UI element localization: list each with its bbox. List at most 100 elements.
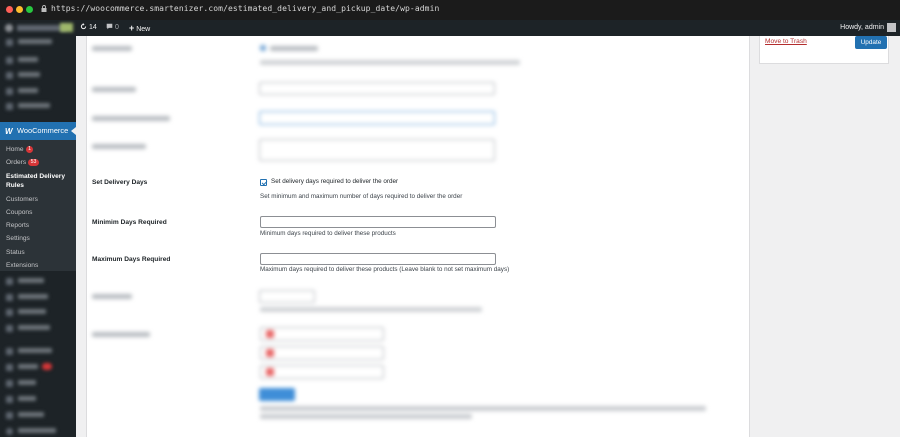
- comment-icon: [106, 23, 113, 30]
- menu-item-placeholder: [18, 428, 56, 433]
- blurred-label: [92, 116, 170, 121]
- minimize-window-dot[interactable]: [16, 6, 23, 13]
- set-delivery-days-checkbox-label: Set delivery days required to deliver th…: [271, 178, 399, 185]
- new-label: New: [136, 26, 151, 33]
- submenu-item-settings[interactable]: Settings: [6, 235, 30, 244]
- min-days-description: Minimum days required to deliver these p…: [260, 230, 396, 237]
- blurred-weekday-select[interactable]: [260, 346, 384, 360]
- blurred-input[interactable]: [259, 139, 495, 161]
- comments-count: 0: [114, 24, 119, 31]
- menu-item-placeholder: [18, 103, 50, 108]
- menu-item-placeholder: [18, 278, 44, 283]
- pages-icon: [6, 88, 13, 95]
- blurred-label: [92, 46, 132, 51]
- menu-item-products[interactable]: [0, 275, 76, 287]
- menu-item-placeholder: [18, 309, 46, 314]
- blurred-text: [260, 60, 520, 65]
- orders-badge: 53: [28, 159, 39, 166]
- submenu-item-extensions[interactable]: Extensions: [6, 262, 38, 271]
- blurred-checkbox[interactable]: [260, 45, 266, 51]
- menu-item-posts[interactable]: [0, 54, 76, 66]
- woocommerce-label: WooCommerce: [17, 126, 69, 135]
- tools-icon: [6, 396, 13, 403]
- menu-item-tools[interactable]: [0, 393, 76, 405]
- blurred-select[interactable]: [259, 111, 495, 125]
- blurred-time-select[interactable]: [259, 290, 315, 303]
- set-delivery-days-description: Set minimum and maximum number of days r…: [260, 193, 463, 200]
- menu-item-media[interactable]: [0, 69, 76, 81]
- payments-icon: [6, 294, 13, 301]
- menu-item-comments[interactable]: [0, 100, 76, 112]
- menu-item-analytics[interactable]: [0, 306, 76, 318]
- blurred-label: [92, 144, 146, 149]
- blurred-text: [270, 46, 318, 51]
- lock-icon: [41, 5, 47, 12]
- submenu-item-home[interactable]: Home 1: [6, 146, 34, 155]
- publish-box: Move to Trash Update: [759, 36, 889, 64]
- menu-item-placeholder: [18, 396, 36, 401]
- submenu-item-label: Status: [6, 249, 25, 256]
- updates-link[interactable]: 14: [80, 20, 97, 36]
- products-icon: [6, 278, 13, 285]
- submenu-item-customers[interactable]: Customers: [6, 196, 38, 205]
- submenu-item-label: Home: [6, 146, 24, 153]
- menu-item-placeholder: [18, 57, 38, 62]
- plugins-badge: [42, 363, 52, 370]
- remove-weekday-icon[interactable]: [266, 349, 274, 357]
- woocommerce-icon: W: [5, 127, 13, 136]
- menu-item-placeholder: [18, 88, 38, 93]
- submenu-item-label: Extensions: [6, 262, 39, 269]
- submenu-item-coupons[interactable]: Coupons: [6, 209, 32, 218]
- max-days-input[interactable]: [260, 253, 496, 265]
- set-delivery-days-checkbox[interactable]: [260, 179, 267, 186]
- maximize-window-dot[interactable]: [26, 6, 33, 13]
- move-to-trash-link[interactable]: Move to Trash: [765, 38, 807, 45]
- main-content: Set Delivery Days Set delivery days requ…: [76, 36, 900, 437]
- submenu-item-label: Orders: [6, 159, 27, 166]
- menu-item-settings[interactable]: [0, 409, 76, 421]
- site-name-badge: [60, 23, 73, 32]
- update-button[interactable]: Update: [855, 36, 887, 49]
- blurred-label: [92, 294, 132, 299]
- menu-item-marketing[interactable]: [0, 322, 76, 334]
- address-bar[interactable]: https://woocommerce.smartenizer.com/esti…: [51, 4, 439, 13]
- menu-item-collapse[interactable]: [0, 425, 76, 437]
- blurred-weekday-select[interactable]: [260, 365, 384, 379]
- menu-item-appearance[interactable]: [0, 345, 76, 357]
- blurred-weekday-select[interactable]: [260, 327, 384, 341]
- blurred-text: [260, 414, 472, 419]
- submenu-item-status[interactable]: Status: [6, 249, 25, 258]
- home-badge: 1: [25, 146, 34, 153]
- wordpress-logo-icon[interactable]: [5, 24, 13, 32]
- add-weekday-button[interactable]: [259, 388, 295, 401]
- new-content-link[interactable]: + New: [129, 20, 150, 36]
- menu-item-woocommerce[interactable]: W WooCommerce: [0, 122, 76, 140]
- marketing-icon: [6, 325, 13, 332]
- settings-icon: [6, 412, 13, 419]
- menu-item-users[interactable]: [0, 377, 76, 389]
- remove-weekday-icon[interactable]: [266, 368, 274, 376]
- submenu-item-orders[interactable]: Orders 53: [6, 159, 39, 168]
- blurred-text: [260, 406, 706, 411]
- users-icon: [6, 380, 13, 387]
- menu-item-placeholder: [18, 325, 50, 330]
- my-account-link[interactable]: Howdy, admin: [840, 20, 896, 36]
- menu-item-payments[interactable]: [0, 291, 76, 303]
- remove-weekday-icon[interactable]: [266, 330, 274, 338]
- submenu-item-estimated-delivery-rules[interactable]: Estimated Delivery Rules: [6, 173, 72, 190]
- submenu-item-label: Settings: [6, 235, 30, 242]
- plus-icon: +: [129, 23, 135, 33]
- blurred-select[interactable]: [259, 82, 495, 95]
- min-days-input[interactable]: [260, 216, 496, 228]
- menu-item-plugins[interactable]: [0, 361, 76, 373]
- submenu-item-reports[interactable]: Reports: [6, 222, 29, 231]
- close-window-dot[interactable]: [6, 6, 13, 13]
- collapse-icon: [6, 428, 13, 435]
- min-days-label: Minimim Days Required: [92, 219, 167, 226]
- comments-link[interactable]: 0: [106, 20, 119, 36]
- menu-item-pages[interactable]: [0, 85, 76, 97]
- menu-item-dashboard[interactable]: [0, 36, 76, 48]
- media-icon: [6, 72, 13, 79]
- submenu-item-label: Reports: [6, 222, 30, 229]
- wp-admin-bar: 14 0 + New Howdy, admin: [0, 20, 900, 36]
